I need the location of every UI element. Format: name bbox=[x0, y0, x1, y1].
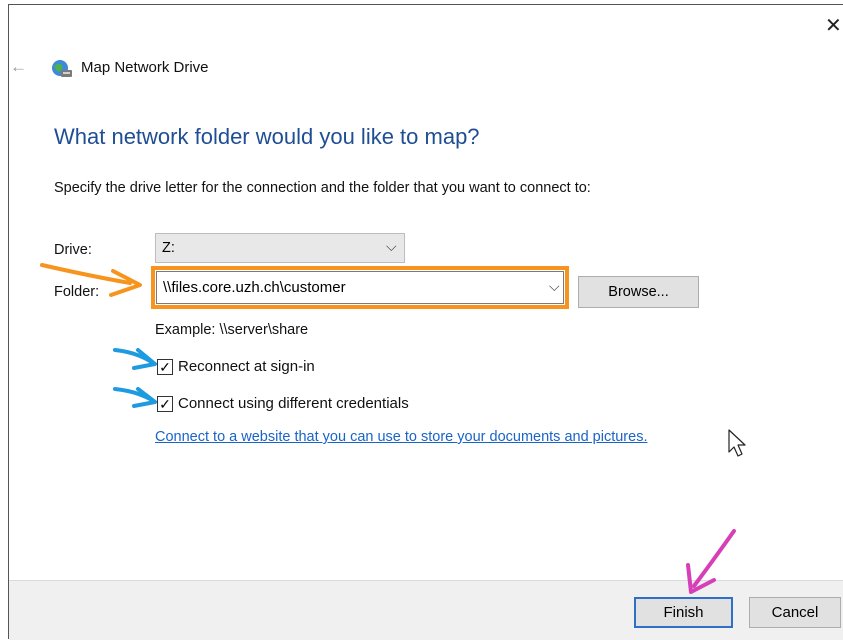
orange-arrow-annotation bbox=[40, 263, 142, 297]
annotation-overlay bbox=[40, 263, 746, 594]
pink-arrow-annotation bbox=[686, 529, 736, 594]
mouse-cursor-icon bbox=[728, 429, 746, 457]
blue-arrow-annotation bbox=[113, 348, 157, 370]
blue-arrow-annotation bbox=[113, 387, 157, 408]
